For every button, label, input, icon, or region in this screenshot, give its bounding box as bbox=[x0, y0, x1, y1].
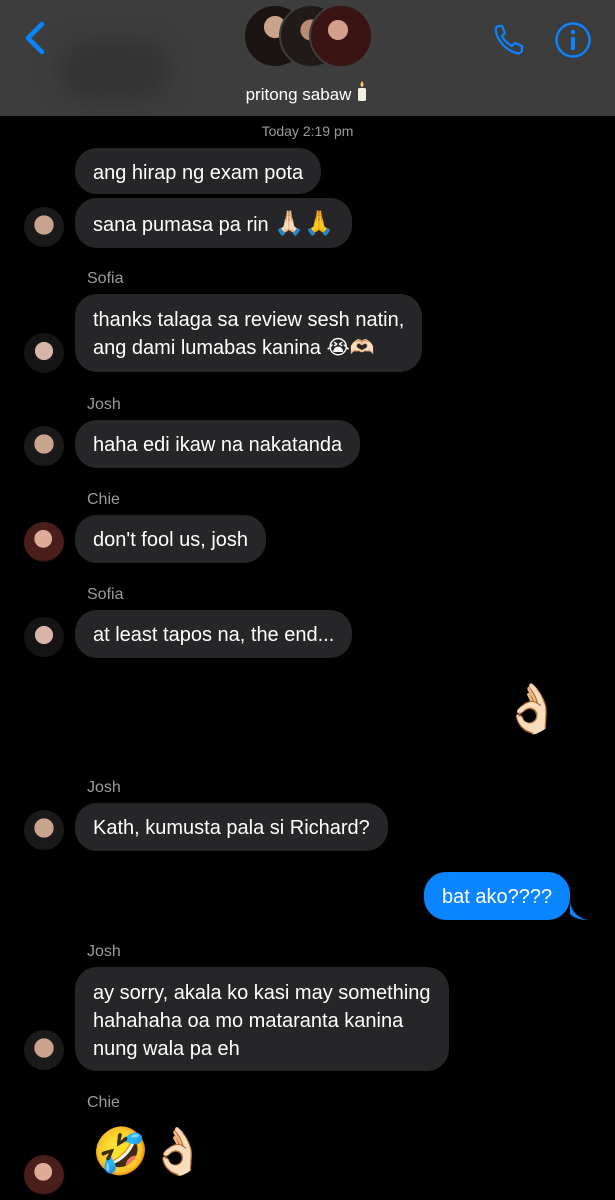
message-text: Kath, kumusta pala si Richard? bbox=[93, 817, 370, 839]
avatar-josh[interactable] bbox=[24, 810, 64, 850]
group-name-row[interactable]: pritong sabaw bbox=[0, 80, 615, 105]
avatar-sofia[interactable] bbox=[24, 617, 64, 657]
message-bubble[interactable]: ay sorry, akala ko kasi may something ha… bbox=[75, 967, 449, 1071]
avatar-chie[interactable] bbox=[24, 522, 64, 562]
candle-icon bbox=[358, 81, 367, 101]
laughing-ok-hand-emoji[interactable]: 🤣👌🏻 bbox=[92, 1124, 207, 1179]
message-text-line3: nung wala pa eh bbox=[93, 1038, 240, 1060]
praying-hands-emoji: 🙏🏻🙏 bbox=[274, 210, 334, 237]
ok-hand-emoji[interactable]: 👌🏻 bbox=[502, 680, 562, 737]
sender-name: Josh bbox=[87, 779, 121, 796]
message-text: haha edi ikaw na nakatanda bbox=[93, 434, 343, 456]
sender-name: Chie bbox=[87, 491, 120, 508]
message-text: at least tapos na, the end... bbox=[93, 624, 335, 646]
message-bubble[interactable]: thanks talaga sa review sesh natin, ang … bbox=[75, 294, 423, 372]
message-bubble[interactable]: don't fool us, josh bbox=[75, 515, 267, 563]
bubble-tail bbox=[570, 902, 588, 920]
avatar-josh[interactable] bbox=[24, 207, 64, 247]
phone-icon[interactable] bbox=[490, 20, 530, 60]
sender-name: Chie bbox=[87, 1094, 120, 1111]
avatar-sofia[interactable] bbox=[24, 333, 64, 373]
crying-face-emoji: 😭🫶🏻 bbox=[326, 337, 375, 359]
avatar-chie[interactable] bbox=[24, 1155, 64, 1195]
message-text: ay sorry, akala ko kasi may something bbox=[93, 982, 431, 1004]
group-avatar-3 bbox=[309, 4, 373, 68]
message-text-line2: ang dami lumabas kanina 😭🫶🏻 bbox=[93, 337, 375, 359]
message-text: don't fool us, josh bbox=[93, 529, 249, 551]
group-name: pritong sabaw bbox=[245, 85, 352, 104]
info-icon[interactable] bbox=[553, 20, 593, 60]
message-bubble[interactable]: Kath, kumusta pala si Richard? bbox=[75, 803, 388, 851]
sender-name: Josh bbox=[87, 396, 121, 413]
message-text: thanks talaga sa review sesh natin, bbox=[93, 309, 405, 331]
avatar-josh[interactable] bbox=[24, 1030, 64, 1070]
message-text: ang hirap ng exam pota bbox=[93, 162, 304, 184]
avatar-josh[interactable] bbox=[24, 426, 64, 466]
sender-name: Sofia bbox=[87, 270, 124, 287]
message-bubble[interactable]: haha edi ikaw na nakatanda bbox=[75, 420, 361, 468]
message-text: bat ako???? bbox=[442, 886, 553, 908]
chat-header: pritong sabaw bbox=[0, 0, 615, 116]
message-text-line2: hahahaha oa mo mataranta kanina bbox=[93, 1010, 404, 1032]
back-chevron-icon[interactable] bbox=[18, 18, 58, 58]
sender-name: Josh bbox=[87, 943, 121, 960]
message-text: sana pumasa pa rin bbox=[93, 214, 269, 236]
timestamp: Today 2:19 pm bbox=[261, 123, 354, 139]
sender-name: Sofia bbox=[87, 586, 124, 603]
message-bubble[interactable]: sana pumasa pa rin 🙏🏻🙏 bbox=[75, 198, 352, 248]
my-message-bubble[interactable]: bat ako???? bbox=[424, 872, 571, 920]
message-bubble[interactable]: ang hirap ng exam pota bbox=[75, 148, 322, 194]
message-bubble[interactable]: at least tapos na, the end... bbox=[75, 610, 353, 658]
group-avatars[interactable] bbox=[243, 4, 373, 70]
